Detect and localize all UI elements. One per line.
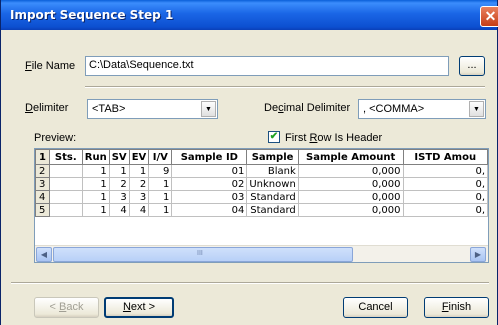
table-cell: 3: [35, 177, 50, 191]
table-cell: 1: [81, 164, 110, 178]
table-cell: 1: [148, 190, 173, 204]
next-button-label: Next >: [122, 301, 156, 313]
table-cell: 1: [81, 190, 110, 204]
table-cell: 0,000: [297, 203, 404, 217]
delimiter-value: <TAB>: [92, 103, 126, 115]
column-header[interactable]: SV: [108, 149, 130, 165]
file-name-input[interactable]: C:\Data\Sequence.txt: [85, 56, 449, 76]
table-cell: 5: [35, 203, 50, 217]
table-cell: [48, 164, 83, 178]
table-cell: 02: [171, 177, 248, 191]
table-cell: 1: [81, 177, 110, 191]
preview-label: Preview:: [34, 132, 77, 144]
column-header[interactable]: Sts.: [48, 149, 83, 165]
column-header[interactable]: Sample ID: [171, 149, 248, 165]
file-name-label: File Name: [25, 60, 75, 72]
first-row-header-label-text: First Row Is Header: [285, 132, 383, 144]
decimal-delimiter-label-text: Decimal Delimiter: [264, 102, 351, 114]
scroll-right-icon[interactable]: ▶: [470, 247, 486, 262]
separator: [85, 86, 485, 88]
back-button[interactable]: < Back: [34, 297, 99, 318]
separator: [11, 282, 489, 284]
column-header[interactable]: 1: [35, 149, 50, 165]
table-cell: Blank: [246, 164, 299, 178]
table-cell: 0,: [402, 190, 488, 204]
table-cell: 1: [148, 177, 173, 191]
delimiter-label-text: Delimiter: [25, 102, 69, 114]
table-cell: 4: [108, 203, 130, 217]
back-button-label: < Back: [49, 301, 84, 313]
table-cell: 04: [171, 203, 248, 217]
table-cell: 1: [108, 164, 130, 178]
table-row[interactable]: 4 1 3 3 1 03 Standard 0,000 0,: [35, 190, 488, 204]
table-cell: 2: [35, 164, 50, 178]
horizontal-scrollbar[interactable]: ◀ III ▶: [35, 245, 488, 262]
finish-button[interactable]: Finish: [424, 297, 489, 318]
table-cell: 0,: [402, 164, 488, 178]
column-header[interactable]: Sample: [246, 149, 299, 165]
table-cell: Standard: [246, 190, 299, 204]
table-cell: 4: [35, 190, 50, 204]
table-cell: 1: [81, 203, 110, 217]
scroll-thumb[interactable]: III: [53, 247, 353, 262]
table-cell: 3: [108, 190, 130, 204]
table-cell: 1: [128, 164, 150, 178]
table-row[interactable]: 2 1 1 1 9 01 Blank 0,000 0,: [35, 164, 488, 178]
chevron-down-icon[interactable]: ▼: [469, 101, 484, 117]
table-cell: 0,000: [297, 190, 404, 204]
scroll-left-icon[interactable]: ◀: [36, 247, 52, 262]
browse-button[interactable]: ...: [459, 56, 485, 76]
table-cell: [48, 190, 83, 204]
table-cell: 1: [148, 203, 173, 217]
table-cell: [48, 177, 83, 191]
table-cell: Standard: [246, 203, 299, 217]
column-header[interactable]: ISTD Amou: [402, 149, 488, 165]
table-row[interactable]: 5 1 4 4 1 04 Standard 0,000 0,: [35, 203, 488, 217]
import-sequence-dialog: Import Sequence Step 1 ✕ File Name C:\Da…: [0, 0, 498, 325]
table-cell: 0,: [402, 203, 488, 217]
table-cell: 4: [128, 203, 150, 217]
table-cell: 0,000: [297, 164, 404, 178]
scroll-thumb-grip: III: [197, 250, 203, 257]
chevron-down-icon[interactable]: ▼: [201, 101, 216, 117]
table-cell: 0,: [402, 177, 488, 191]
decimal-delimiter-value: , <COMMA>: [363, 103, 425, 115]
table-cell: Unknown: [246, 177, 299, 191]
column-header[interactable]: EV: [128, 149, 150, 165]
title-bar[interactable]: Import Sequence Step 1 ✕: [1, 0, 498, 30]
column-header[interactable]: Run: [81, 149, 110, 165]
preview-grid[interactable]: 1 Sts. Run SV EV I/V Sample ID Sample Sample Amo…: [34, 148, 489, 263]
first-row-header-label: First Row Is Header: [285, 132, 382, 144]
file-name-label-text: File Name: [25, 60, 76, 72]
first-row-header-checkbox[interactable]: ✔: [268, 131, 280, 143]
table-cell: 2: [108, 177, 130, 191]
delimiter-label: Delimiter: [25, 102, 68, 114]
table-cell: 0,000: [297, 177, 404, 191]
column-header[interactable]: Sample Amount: [297, 149, 404, 165]
table-cell: 2: [128, 177, 150, 191]
decimal-delimiter-select[interactable]: , <COMMA> ▼: [358, 99, 486, 119]
table-cell: 3: [128, 190, 150, 204]
window-title: Import Sequence Step 1: [10, 8, 174, 22]
table-cell: 9: [148, 164, 173, 178]
close-icon[interactable]: ✕: [480, 6, 498, 27]
next-button[interactable]: Next >: [104, 297, 174, 318]
table-cell: 03: [171, 190, 248, 204]
finish-button-label: Finish: [441, 301, 472, 313]
column-header[interactable]: I/V: [148, 149, 173, 165]
table-cell: [48, 203, 83, 217]
decimal-delimiter-label: Decimal Delimiter: [264, 102, 350, 114]
cancel-button[interactable]: Cancel: [343, 297, 408, 318]
table-cell: 01: [171, 164, 248, 178]
delimiter-select[interactable]: <TAB> ▼: [87, 99, 218, 119]
table-row[interactable]: 3 1 2 2 1 02 Unknown 0,000 0,: [35, 177, 488, 191]
